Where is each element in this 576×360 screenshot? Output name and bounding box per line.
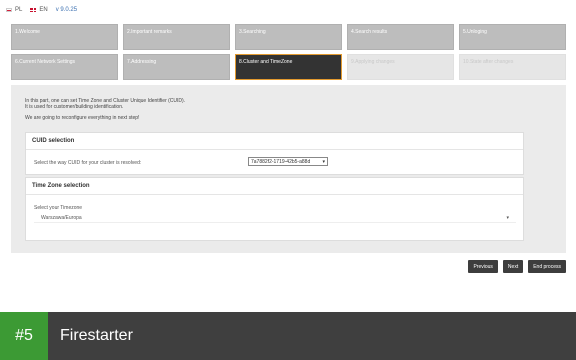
intro-line-3: We are going to reconfigure everything i…: [25, 115, 140, 121]
step-welcome[interactable]: 1.Welcome: [11, 24, 118, 50]
step-unloging[interactable]: 5.Unloging: [459, 24, 566, 50]
timezone-title: Time Zone selection: [26, 178, 523, 195]
language-bar: PL EN v 9.0.25: [0, 0, 576, 20]
app-footer: #5 Firestarter: [0, 312, 576, 360]
cuid-select-value: 7a7882f2-1719-42b5-a88d: [251, 158, 311, 165]
step-cluster-and-timezone[interactable]: 8.Cluster and TimeZone: [235, 54, 342, 80]
step-searching[interactable]: 3.Searching: [235, 24, 342, 50]
lang-en-option[interactable]: EN: [30, 7, 48, 13]
wizard-steps: 1.Welcome 2.Important remarks 3.Searchin…: [11, 24, 567, 84]
timezone-select-value: Warszawa/Europa: [41, 214, 82, 221]
cuid-label: Select the way CUID for your cluster is …: [34, 160, 142, 166]
step-addressing[interactable]: 7.Addressing: [123, 54, 230, 80]
cuid-title: CUID selection: [26, 133, 523, 150]
timezone-label: Select your Timezone: [34, 205, 83, 211]
intro-line-2: It is used for customer/building identif…: [25, 104, 124, 110]
rank-badge: #5: [0, 312, 48, 360]
cuid-select[interactable]: 7a7882f2-1719-42b5-a88d ▾: [248, 157, 328, 166]
wizard-steps-row-1: 1.Welcome 2.Important remarks 3.Searchin…: [11, 24, 567, 50]
step-state-after-changes: 10.State after changes: [459, 54, 566, 80]
app-name: Firestarter: [60, 327, 133, 344]
wizard-buttons: Previous Next End process: [468, 260, 566, 273]
step-applying-changes: 9.Applying changes: [347, 54, 454, 80]
previous-button[interactable]: Previous: [468, 260, 498, 273]
england-flag-icon: [30, 8, 37, 12]
lang-en-label: EN: [39, 7, 48, 13]
next-button[interactable]: Next: [502, 260, 524, 273]
step-current-network-settings[interactable]: 6.Current Network Settings: [11, 54, 118, 80]
lang-pl-label: PL: [15, 7, 23, 13]
chevron-down-icon: ▾: [506, 214, 509, 221]
poland-flag-icon: [6, 8, 12, 12]
chevron-down-icon: ▾: [322, 158, 325, 165]
timezone-card: Time Zone selection Select your Timezone…: [25, 177, 524, 241]
timezone-select[interactable]: Warszawa/Europa ▾: [34, 213, 516, 223]
step-search-results[interactable]: 4.Search results: [347, 24, 454, 50]
version-label: v 9.0.25: [55, 7, 78, 13]
content-panel: In this part, one can set Time Zone and …: [11, 85, 566, 253]
intro-text: In this part, one can set Time Zone and …: [25, 98, 185, 121]
step-important-remarks[interactable]: 2.Important remarks: [123, 24, 230, 50]
cuid-card: CUID selection Select the way CUID for y…: [25, 132, 524, 175]
lang-pl-option[interactable]: PL: [6, 7, 22, 13]
end-process-button[interactable]: End process: [528, 260, 566, 273]
wizard-steps-row-2: 6.Current Network Settings 7.Addressing …: [11, 54, 567, 80]
